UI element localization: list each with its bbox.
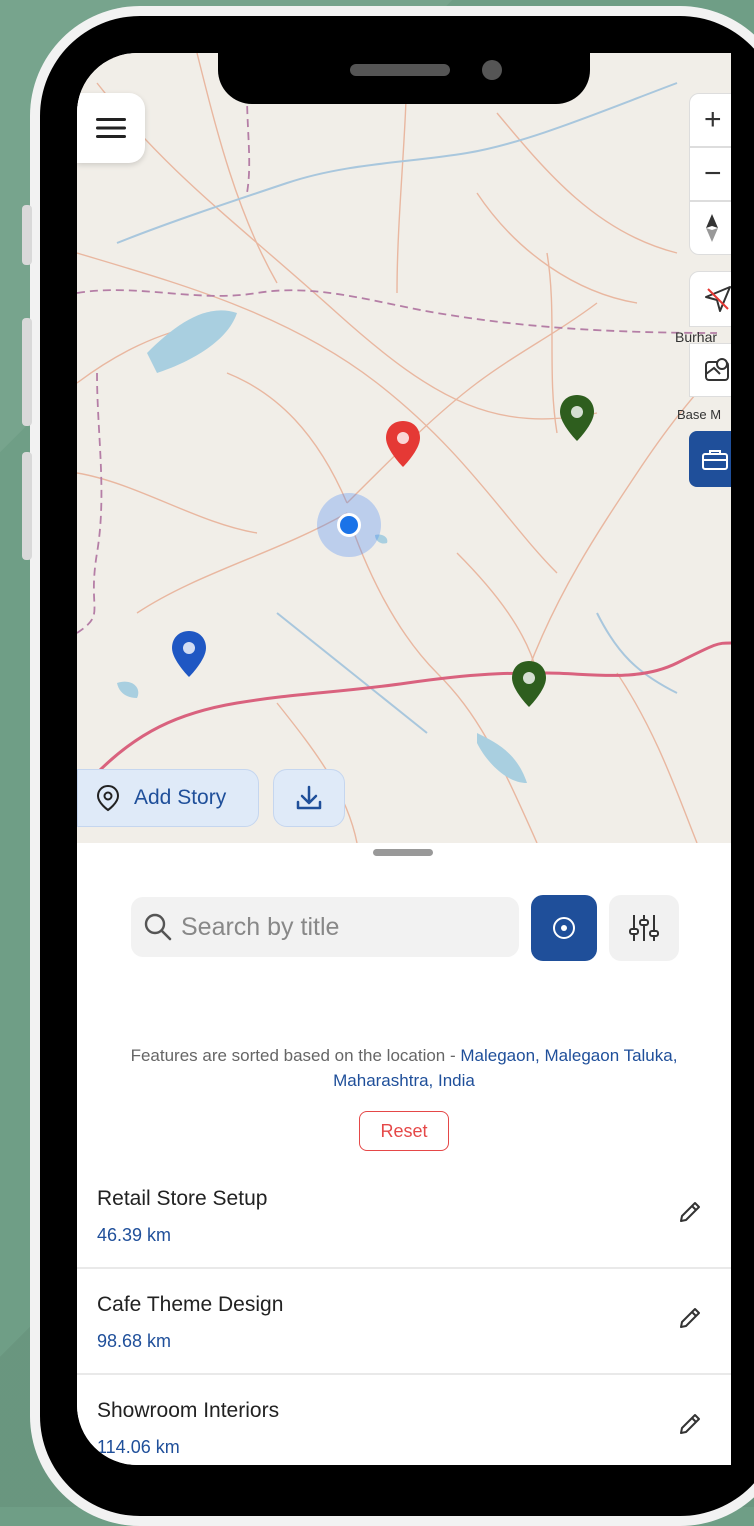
reset-button[interactable]: Reset [359, 1111, 449, 1151]
list-item[interactable]: Retail Store Setup 46.39 km [77, 1163, 731, 1269]
base-map-button[interactable] [689, 343, 731, 397]
feature-list: Retail Store Setup 46.39 km Cafe Theme D… [77, 1163, 731, 1465]
compass-icon [706, 214, 718, 242]
map-layers-icon [705, 358, 729, 381]
blue-map-marker[interactable] [169, 629, 209, 679]
filter-button[interactable] [609, 895, 679, 961]
sliders-icon [629, 915, 659, 941]
download-icon [296, 785, 322, 810]
location-pin-icon [96, 784, 120, 812]
side-button-mute [22, 205, 32, 265]
side-button-volume-up [22, 318, 32, 426]
current-location-dot [337, 513, 361, 537]
add-story-button[interactable]: Add Story [77, 769, 259, 827]
minus-icon: − [704, 157, 722, 190]
map-label-base: Base M [677, 407, 722, 422]
zoom-out-button[interactable]: − [689, 147, 731, 201]
map-view[interactable]: Burhar Base M + − Add Story [77, 53, 731, 843]
side-button-volume-down [22, 452, 32, 560]
sheet-drag-handle[interactable] [373, 849, 433, 856]
download-button[interactable] [273, 769, 345, 827]
green-map-marker-south[interactable] [509, 659, 549, 709]
feature-distance: 46.39 km [97, 1225, 172, 1245]
phone-notch [218, 44, 590, 104]
compass-button[interactable] [689, 201, 731, 255]
search-icon [144, 913, 172, 941]
feature-distance: 98.68 km [97, 1331, 172, 1351]
edit-pencil-icon[interactable] [677, 1411, 703, 1437]
locate-me-button[interactable] [689, 271, 731, 327]
add-story-label: Add Story [134, 786, 227, 809]
plus-icon: + [704, 103, 722, 136]
edit-pencil-icon[interactable] [677, 1199, 703, 1225]
feature-title: Showroom Interiors [97, 1399, 280, 1422]
speaker-grille [350, 64, 450, 76]
menu-button[interactable] [77, 93, 145, 163]
toolbox-button[interactable] [689, 431, 731, 487]
green-map-marker-north[interactable] [557, 393, 597, 443]
search-input[interactable] [179, 911, 483, 943]
feature-title: Cafe Theme Design [97, 1293, 284, 1316]
phone-screen: Burhar Base M + − Add Story Search by ti… [77, 53, 731, 1465]
location-target-icon [553, 917, 575, 939]
navigation-arrow-icon [705, 286, 731, 312]
bottom-sheet: Features are sorted based on the locatio… [77, 843, 731, 1465]
toolbox-icon [702, 450, 728, 470]
sort-note-prefix: Features are sorted based on the locatio… [130, 1046, 461, 1065]
location-sort-button[interactable] [531, 895, 597, 961]
sort-location-note: Features are sorted based on the locatio… [91, 1043, 717, 1093]
red-map-marker[interactable] [383, 419, 423, 469]
list-item[interactable]: Cafe Theme Design 98.68 km [77, 1269, 731, 1375]
hamburger-menu-icon [96, 118, 126, 138]
feature-title: Retail Store Setup [97, 1187, 268, 1210]
zoom-in-button[interactable]: + [689, 93, 731, 147]
front-camera [482, 60, 502, 80]
list-item[interactable]: Showroom Interiors 114.06 km [77, 1375, 731, 1465]
search-box[interactable] [131, 897, 519, 957]
edit-pencil-icon[interactable] [677, 1305, 703, 1331]
feature-distance: 114.06 km [97, 1437, 180, 1457]
